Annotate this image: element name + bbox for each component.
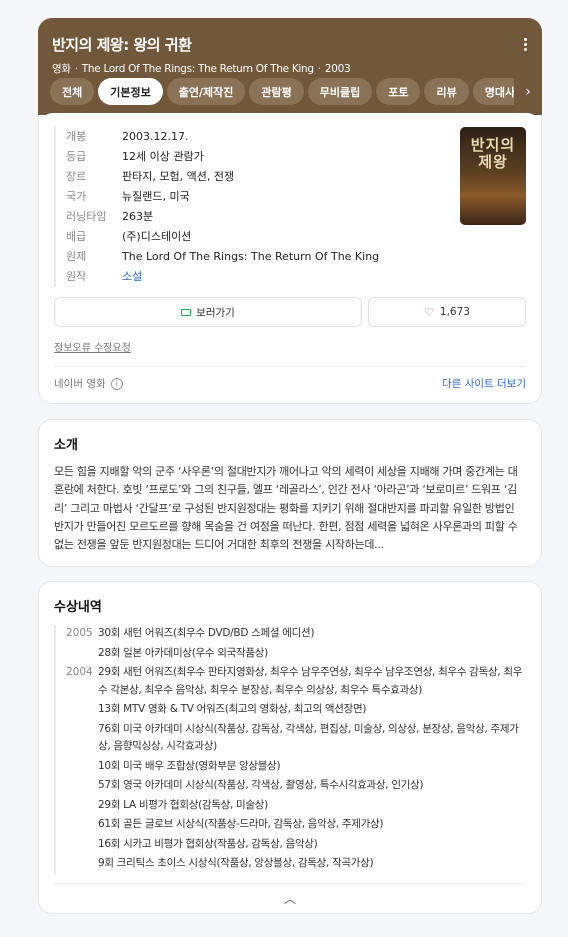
more-sites-link[interactable]: 다른 사이트 더보기 xyxy=(442,376,526,391)
original-title: The Lord Of The Rings: The Return Of The… xyxy=(81,63,314,75)
fact-row: 원작 소설 xyxy=(66,267,446,287)
source-label: 네이버 영화 xyxy=(54,378,106,390)
tab-0[interactable]: 전체 xyxy=(50,78,95,105)
fact-value[interactable]: 소설 xyxy=(122,267,142,287)
fact-row: 장르 판타지, 모험, 액션, 전쟁 xyxy=(66,167,446,187)
award-item: 30회 새턴 어워즈(최우수 DVD/BD 스페셜 에디션) xyxy=(98,627,315,640)
movie-poster[interactable]: 반지의 제왕 xyxy=(460,127,526,225)
fact-label: 원작 xyxy=(66,270,87,283)
fact-value: 12세 이상 관람가 xyxy=(122,150,204,163)
award-items: 29회 새턴 어워즈(최우수 판타지영화상, 최우수 남우주연상, 최우수 남우… xyxy=(98,664,526,875)
fact-value: 뉴질랜드, 미국 xyxy=(122,190,190,203)
fact-row: 개봉 2003.12.17. xyxy=(66,127,446,147)
more-options-icon[interactable] xyxy=(524,38,528,51)
fact-label: 등급 xyxy=(66,150,87,163)
award-item: 13회 MTV 영화 & TV 어워즈(최고의 영화상, 최고의 액션장면) xyxy=(98,703,367,716)
tab-5[interactable]: 포토 xyxy=(376,78,421,105)
award-item: 28회 일본 아카데미상(우수 외국작품상) xyxy=(98,646,268,659)
movie-subtitle: 영화 · The Lord Of The Rings: The Return Of … xyxy=(52,63,351,75)
chevron-right-icon[interactable]: › xyxy=(514,78,542,106)
fact-label: 국가 xyxy=(66,190,87,203)
fact-value: 2003.12.17. xyxy=(122,130,189,143)
tab-1[interactable]: 기본정보 xyxy=(98,78,163,105)
fact-row: 원제 The Lord Of The Rings: The Return Of T… xyxy=(66,247,446,267)
synopsis-text: 모든 힘을 지배할 악의 군주 ‘사우론’의 절대반지가 깨어나고 악의 세력이… xyxy=(54,465,518,552)
collapse-button[interactable]: ︿ xyxy=(54,882,526,907)
award-item: 29회 LA 비평가 협회상(감독상, 미술상) xyxy=(98,798,268,811)
fact-row: 국가 뉴질랜드, 미국 xyxy=(66,187,446,207)
movie-panel: 반지의 제왕: 왕의 귀환 영화 · The Lord Of The Rings: … xyxy=(38,18,542,914)
fact-value: (주)디스테이션 xyxy=(122,230,192,243)
award-item: 57회 영국 아카데미 시상식(작품상, 각색상, 촬영상, 특수시각효과상, … xyxy=(98,779,424,792)
awards-card: 수상내역 2005 30회 새턴 어워즈(최우수 DVD/BD 스페셜 에디션) 2… xyxy=(38,581,542,914)
watch-button[interactable]: 보러가기 xyxy=(54,297,362,327)
award-item: 61회 골든 글로브 시상식(작품상-드라마, 감독상, 음악상, 주제가상) xyxy=(98,818,384,831)
poster-title: 반지의 제왕 xyxy=(470,136,516,171)
synopsis-card: 소개 모든 힘을 지배할 악의 군주 ‘사우론’의 절대반지가 깨어나고 악의 … xyxy=(38,419,542,568)
award-year-group: 2004 29회 새턴 어워즈(최우수 판타지영화상, 최우수 남우주연상, 최우… xyxy=(54,664,526,875)
award-item: 16회 시카고 비평가 협회상(작품상, 감독상, 음악상) xyxy=(98,837,318,850)
fact-value: The Lord Of The Rings: The Return Of The… xyxy=(122,250,380,263)
like-count: 1,673 xyxy=(439,306,470,318)
tab-4[interactable]: 무비클립 xyxy=(307,78,373,105)
award-item: 10회 미국 배우 조합상(영화부문 앙상블상) xyxy=(98,759,281,772)
fact-label: 배급 xyxy=(66,230,87,243)
tab-3[interactable]: 관람평 xyxy=(249,78,304,105)
fact-label: 개봉 xyxy=(66,130,87,143)
action-buttons: 보러가기 ♡ 1,673 xyxy=(54,297,526,327)
ticket-icon xyxy=(181,308,192,316)
report-error-link[interactable]: 정보오류 수정요청 xyxy=(54,339,526,354)
source-info: 네이버 영화 i xyxy=(54,376,123,391)
awards-heading: 수상내역 xyxy=(54,600,102,616)
release-year: 2003 xyxy=(324,63,351,75)
award-item: 76회 미국 아카데미 시상식(작품상, 감독상, 각색상, 편집상, 미술상,… xyxy=(98,722,519,753)
heart-icon: ♡ xyxy=(424,305,434,319)
fact-row: 배급 (주)디스테이션 xyxy=(66,227,446,247)
fact-row: 러닝타임 263분 xyxy=(66,207,446,227)
award-year: 2004 xyxy=(54,664,98,875)
like-button[interactable]: ♡ 1,673 xyxy=(368,297,526,327)
tab-6[interactable]: 리뷰 xyxy=(424,78,469,105)
tab-bar: 전체 기본정보 출연/제작진 관람평 무비클립 포토 리뷰 명대사 › xyxy=(50,78,542,106)
watch-label: 보러가기 xyxy=(196,306,235,319)
basic-info-body: 개봉 2003.12.17. 등급 12세 이상 관람가장르 판타지, 모험, 액션, … xyxy=(39,113,541,401)
movie-title[interactable]: 반지의 제왕: 왕의 귀환 xyxy=(52,34,528,55)
award-item: 9회 크리틱스 초이스 시상식(작품상, 앙상블상, 감독상, 작곡가상) xyxy=(98,857,374,870)
award-year-group: 2005 30회 새턴 어워즈(최우수 DVD/BD 스페셜 에디션) 28회 일본… xyxy=(54,625,526,665)
basic-info-card: 개봉 2003.12.17. 등급 12세 이상 관람가장르 판타지, 모험, 액션, … xyxy=(38,113,542,404)
fact-label: 러닝타임 xyxy=(66,210,107,223)
fact-value: 판타지, 모험, 액션, 전쟁 xyxy=(122,170,235,183)
synopsis-heading: 소개 xyxy=(54,438,78,453)
awards-list: 2005 30회 새턴 어워즈(최우수 DVD/BD 스페셜 에디션) 28회 일본… xyxy=(54,625,526,875)
award-items: 30회 새턴 어워즈(최우수 DVD/BD 스페셜 에디션) 28회 일본 아카데… xyxy=(98,625,526,664)
divider xyxy=(54,366,526,367)
category-label: 영화 xyxy=(52,63,71,75)
fact-label: 장르 xyxy=(66,170,87,183)
award-item: 29회 새턴 어워즈(최우수 판타지영화상, 최우수 남우주연상, 최우수 남우… xyxy=(98,666,523,696)
fact-list: 개봉 2003.12.17. 등급 12세 이상 관람가장르 판타지, 모험, 액션, … xyxy=(54,127,446,287)
info-icon[interactable]: i xyxy=(110,377,123,390)
fact-value: 263분 xyxy=(122,210,154,223)
fact-label: 원제 xyxy=(66,250,87,263)
award-year: 2005 xyxy=(54,625,98,665)
source-row: 네이버 영화 i 다른 사이트 더보기 xyxy=(54,376,526,391)
fact-row: 등급 12세 이상 관람가 xyxy=(66,147,446,167)
tab-2[interactable]: 출연/제작진 xyxy=(166,78,246,105)
chevron-up-icon: ︿ xyxy=(283,891,296,906)
movie-header: 반지의 제왕: 왕의 귀환 영화 · The Lord Of The Rings: … xyxy=(38,18,542,116)
